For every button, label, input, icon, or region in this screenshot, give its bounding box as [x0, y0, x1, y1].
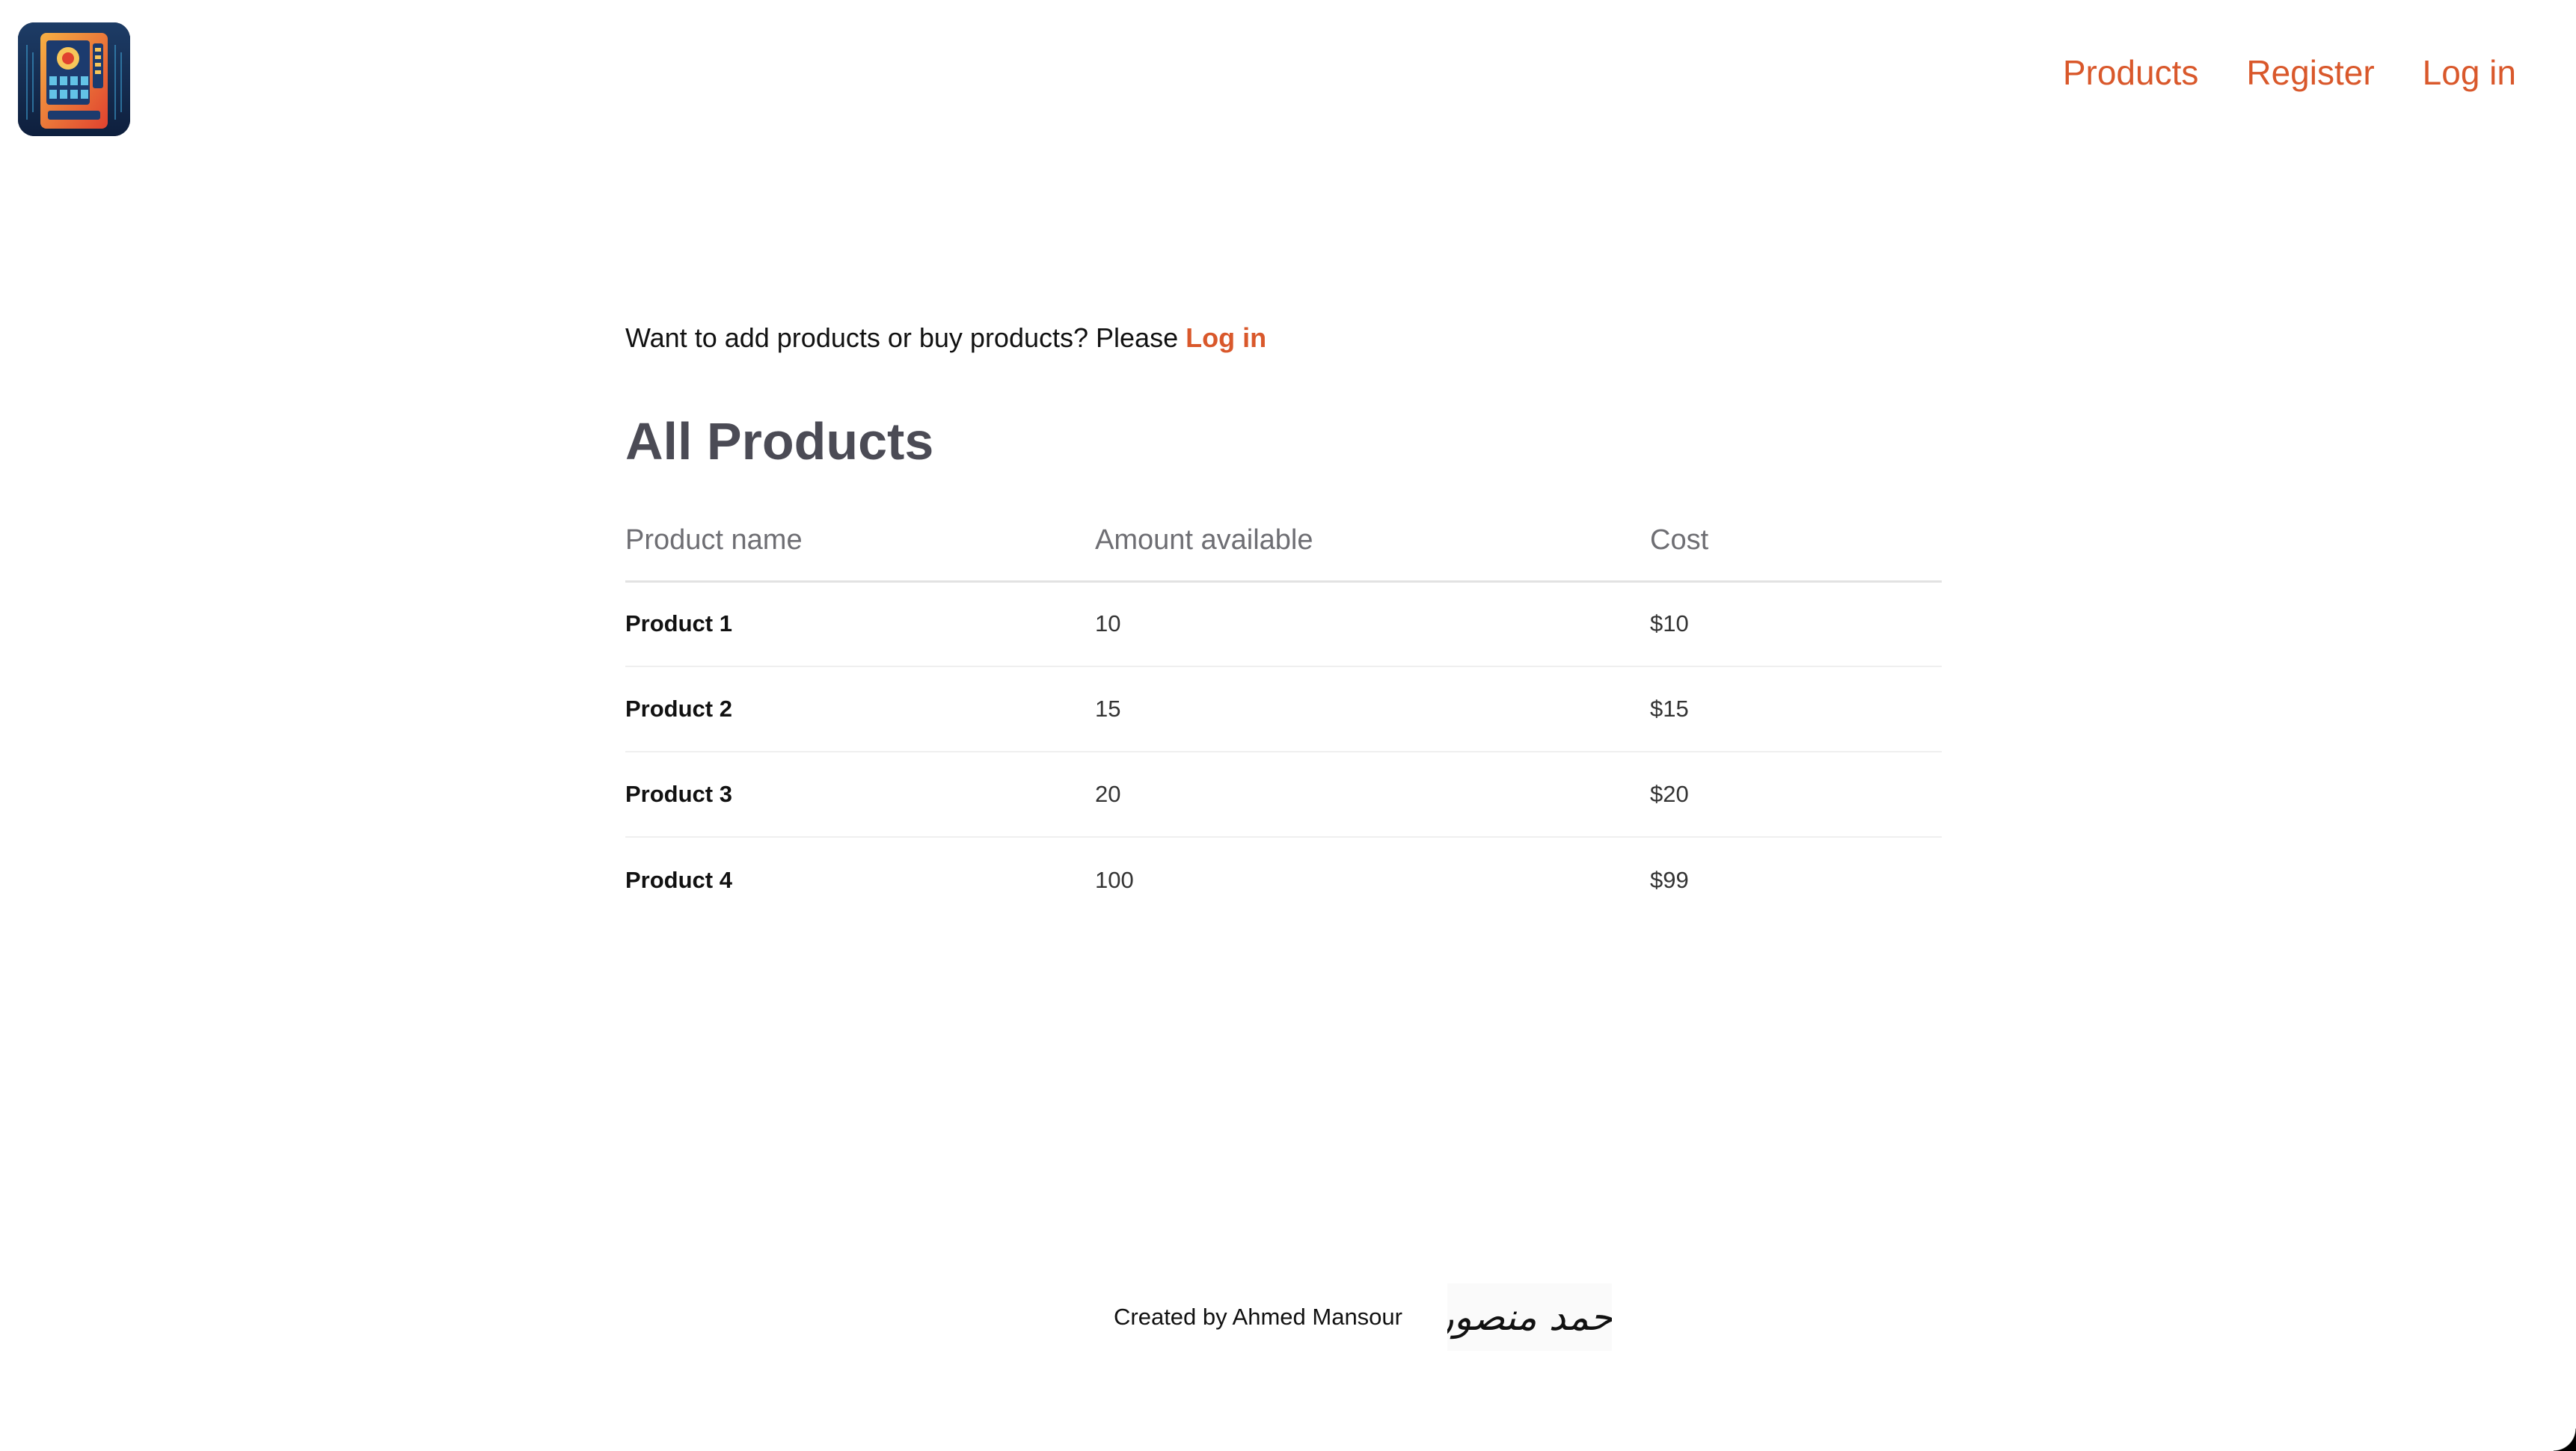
signature-image: أحمد منصور [1447, 1283, 1612, 1351]
product-name-cell: Product 3 [625, 752, 1095, 838]
page-title: All Products [625, 412, 934, 471]
column-header-cost: Cost [1650, 524, 1942, 583]
table-header-row: Product name Amount available Cost [625, 524, 1942, 583]
product-name-cell: Product 4 [625, 866, 732, 893]
cost-cell: $15 [1650, 666, 1942, 753]
column-header-amount-available: Amount available [1095, 524, 1650, 583]
product-name-cell: Product 2 [625, 666, 1095, 753]
table-row: Product 2 15 $15 [625, 666, 1942, 753]
svg-text:أحمد منصور: أحمد منصور [1447, 1292, 1612, 1340]
products-table: Product name Amount available Cost Produ… [625, 524, 1942, 922]
footer: Created by Ahmed Mansour أحمد منصور [0, 1283, 2576, 1351]
nav-products-link[interactable]: Products [2063, 55, 2199, 90]
footer-credit: Created by Ahmed Mansour [1114, 1304, 1402, 1330]
amount-cell: 100 [1095, 866, 1134, 893]
vending-machine-logo-icon[interactable] [18, 22, 130, 136]
product-name-cell: Product 1 [625, 581, 1095, 668]
nav-login-link[interactable]: Log in [2423, 55, 2516, 90]
column-header-product-name: Product name [625, 524, 1095, 583]
prompt-login-link[interactable]: Log in [1186, 322, 1266, 353]
nav-register-link[interactable]: Register [2246, 55, 2374, 90]
table-row: Product 3 20 $20 [625, 752, 1942, 838]
cost-cell: $20 [1650, 752, 1942, 838]
table-row: Product 4 100 $99 [625, 837, 1942, 922]
window-corner [2554, 1429, 2576, 1451]
cost-cell: $10 [1650, 581, 1942, 668]
table-row: Product 1 10 $10 [625, 581, 1942, 668]
amount-cell: 20 [1095, 752, 1650, 838]
amount-cell: 10 [1095, 581, 1650, 668]
top-nav: Products Register Log in [2063, 55, 2516, 90]
page: Products Register Log in Want to add pro… [0, 0, 2576, 1451]
cost-cell: $99 [1650, 866, 1689, 893]
main-content: Want to add products or buy products? Pl… [625, 322, 1942, 922]
login-prompt: Want to add products or buy products? Pl… [625, 322, 1942, 354]
login-prompt-text: Want to add products or buy products? Pl… [625, 322, 1186, 353]
amount-cell: 15 [1095, 666, 1650, 753]
